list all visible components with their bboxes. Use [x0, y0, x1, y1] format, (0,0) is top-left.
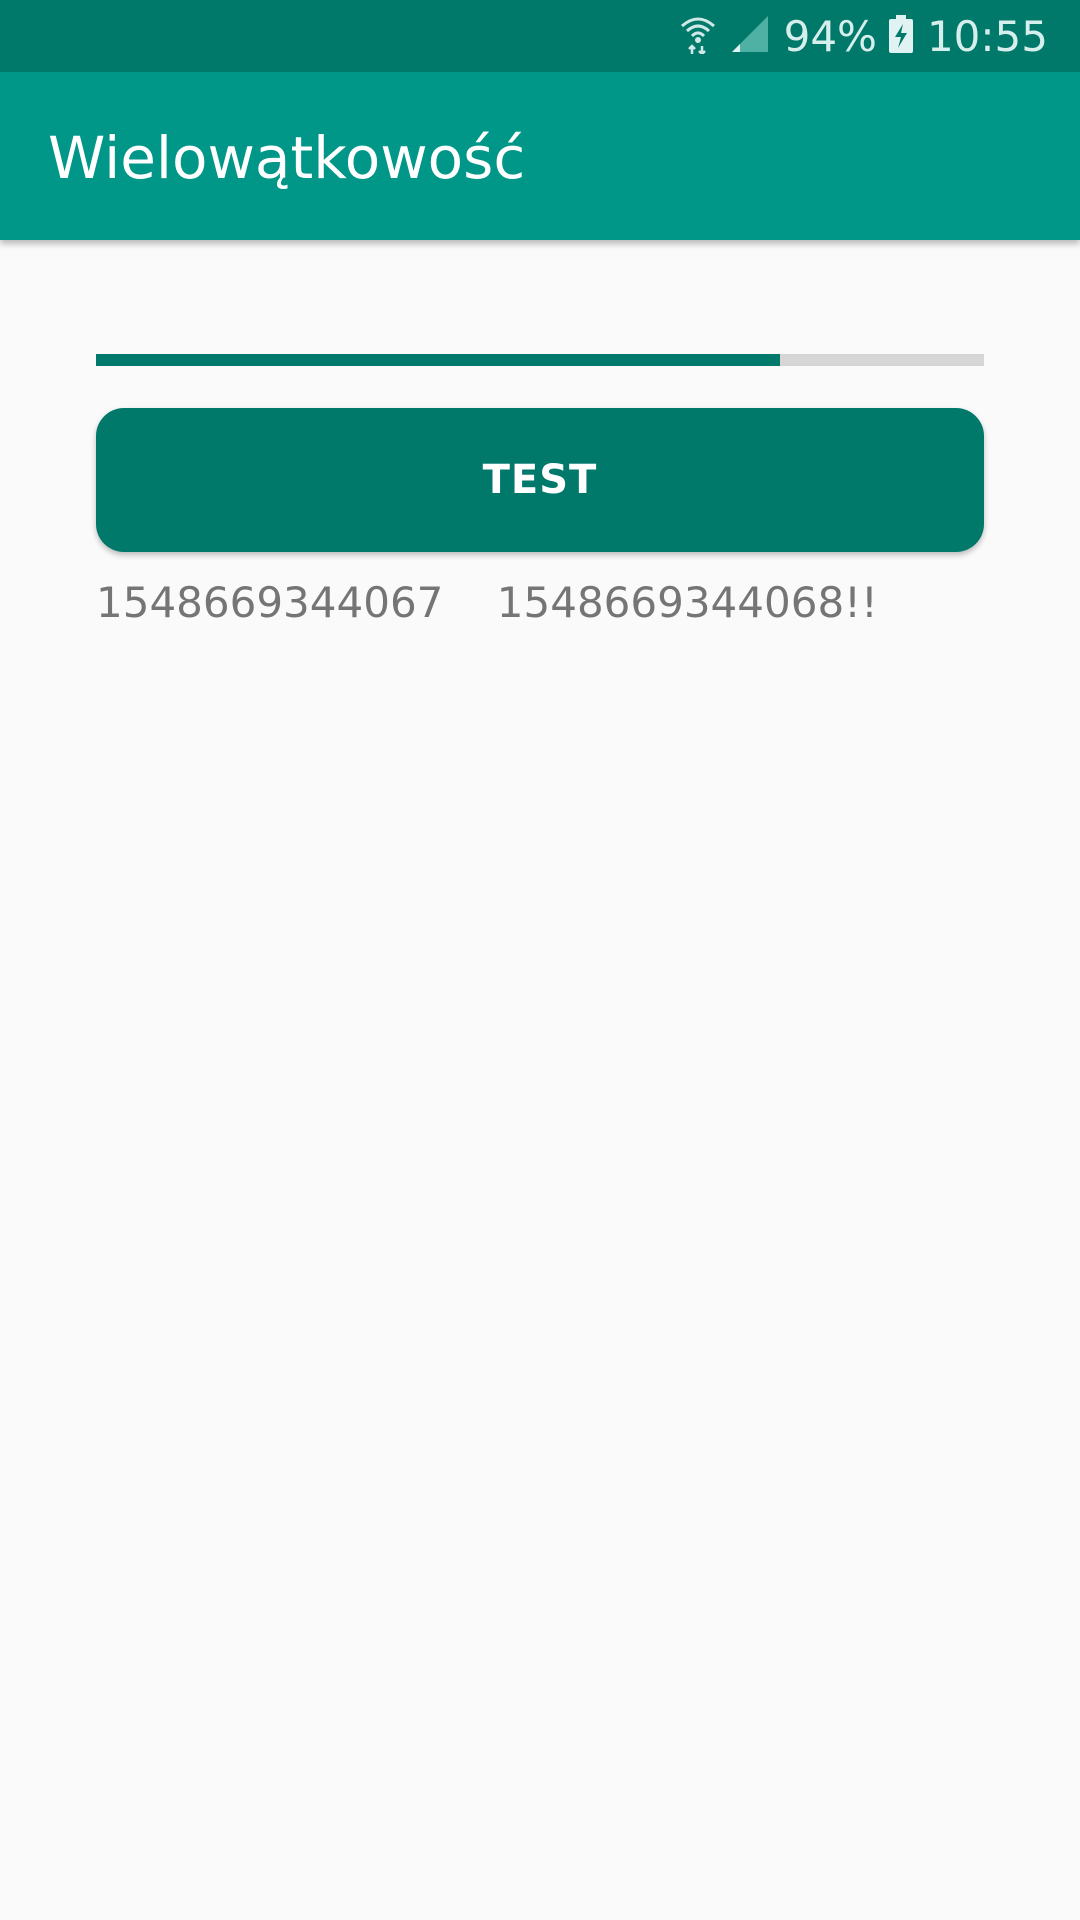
app-title: Wielowątkowość [48, 124, 526, 192]
status-icons: 94% 10:55 [680, 0, 1048, 72]
progress-fill [96, 354, 780, 366]
app-bar: Wielowątkowość [0, 72, 1080, 240]
output-text: 1548669344067 1548669344068!! [96, 578, 878, 627]
battery-charging-icon [888, 15, 913, 57]
clock: 10:55 [926, 11, 1048, 61]
cell-signal-icon [730, 14, 770, 58]
test-button[interactable]: TEST [96, 408, 984, 552]
battery-percent: 94% [783, 11, 877, 61]
wifi-icon [680, 14, 716, 58]
status-bar: 94% 10:55 [0, 0, 1080, 72]
progress-bar [96, 354, 984, 366]
